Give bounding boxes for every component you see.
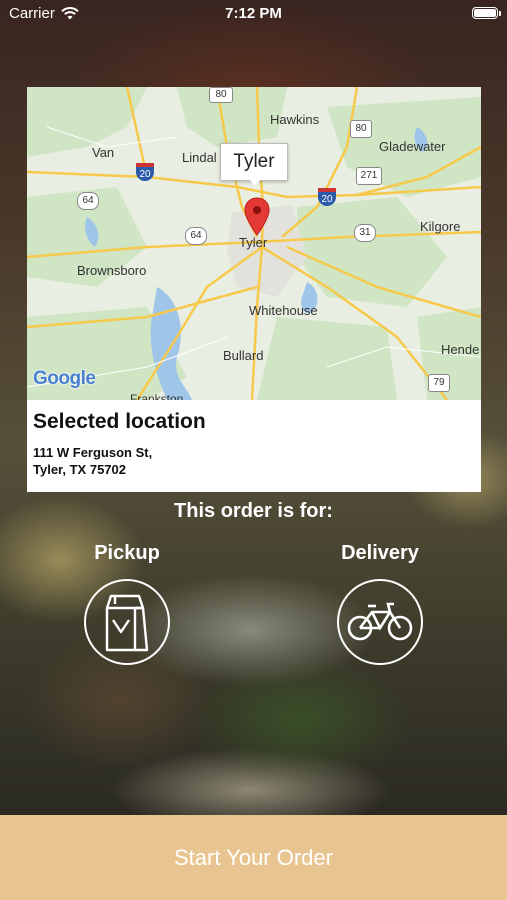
map-view[interactable]: Hawkins Van Lindal Gladewater Tyler Kilg… (27, 87, 481, 400)
location-card: Hawkins Van Lindal Gladewater Tyler Kilg… (27, 87, 481, 492)
status-bar: Carrier 7:12 PM (0, 0, 507, 28)
map-label-kilgore: Kilgore (420, 219, 461, 234)
route-shield-31: 31 (354, 224, 376, 242)
map-label-van: Van (92, 145, 115, 160)
route-shield-64: 64 (77, 192, 99, 210)
map-label-tyler: Tyler (239, 235, 268, 250)
delivery-button[interactable] (337, 579, 423, 665)
callout-pointer (249, 179, 261, 186)
map-callout[interactable]: Tyler (220, 143, 288, 181)
route-shield-80: 80 (209, 87, 233, 103)
map-label-bullard: Bullard (223, 348, 264, 363)
interstate-shield-20: 20 (318, 188, 336, 206)
map-label-brownsboro: Brownsboro (77, 263, 147, 278)
map-label-hawkins: Hawkins (270, 112, 320, 127)
route-shield-64: 64 (185, 227, 207, 245)
pickup-label: Pickup (94, 542, 160, 564)
address-line-2: Tyler, TX 75702 (33, 462, 126, 477)
delivery-label: Delivery (341, 542, 419, 564)
map-label-whitehouse: Whitehouse (249, 303, 318, 318)
route-shield-271: 271 (356, 167, 382, 185)
paper-bag-icon (105, 594, 149, 652)
address-line-1: 111 W Ferguson St, (33, 445, 153, 460)
selected-location-panel: Selected location 111 W Ferguson St, Tyl… (27, 400, 481, 492)
status-time: 7:12 PM (225, 5, 282, 22)
pickup-button[interactable] (84, 579, 170, 665)
bicycle-icon (347, 602, 413, 641)
selected-location-title: Selected location (33, 410, 206, 433)
route-shield-80: 80 (350, 120, 372, 138)
order-type-heading: This order is for: (174, 500, 333, 522)
map-label-lindale: Lindal (182, 150, 217, 165)
pickup-option[interactable]: Pickup (67, 542, 187, 665)
interstate-shield-20: 20 (136, 163, 154, 181)
route-shield-79: 79 (428, 374, 450, 392)
map-label-frankston: Frankston (130, 393, 184, 400)
start-order-button[interactable]: Start Your Order (0, 815, 507, 900)
map-label-henderson: Hende (441, 342, 480, 357)
address-block: 111 W Ferguson St, Tyler, TX 75702 (33, 444, 475, 478)
map-label-gladewater: Gladewater (379, 139, 446, 154)
delivery-option[interactable]: Delivery (320, 542, 440, 665)
map-pin-icon[interactable] (244, 197, 270, 237)
google-logo: Google (33, 368, 96, 389)
battery-icon (472, 7, 501, 19)
